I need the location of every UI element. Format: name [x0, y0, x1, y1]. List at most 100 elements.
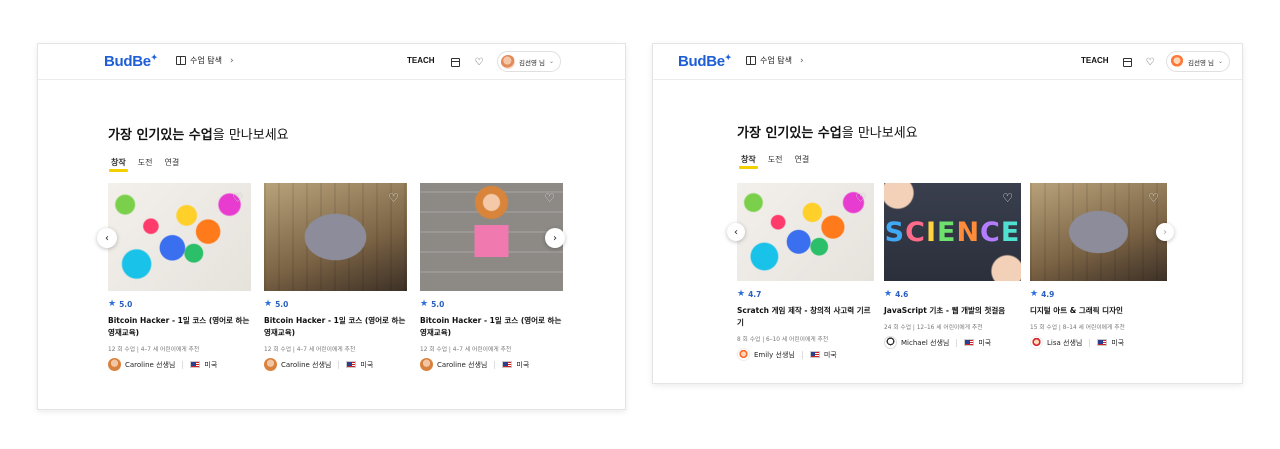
class-thumbnail: ♡	[737, 183, 874, 281]
rating: ★ 4.6	[884, 289, 909, 299]
class-meta: 24 회 수업 | 12–16 세 어린이에게 추천	[884, 325, 983, 331]
rating: ★ 5.0	[108, 299, 133, 309]
class-title[interactable]: 디지털 아트 & 그래픽 디자인	[1030, 305, 1167, 317]
teach-link[interactable]: TEACH	[407, 56, 435, 65]
class-card[interactable]: ♡ ★ 4.9 디지털 아트 & 그래픽 디자인 15 회 수업 | 8–14 세…	[1030, 183, 1167, 349]
chevron-left-icon: ‹	[734, 226, 738, 238]
tab-challenge[interactable]: 도전	[768, 154, 783, 168]
teach-link[interactable]: TEACH	[1081, 56, 1109, 65]
tab-connect[interactable]: 연결	[794, 154, 809, 168]
chevron-left-icon: ‹	[105, 232, 109, 244]
wishlist-button[interactable]: ♡	[471, 54, 487, 70]
category-tabs: 창작 도전 연결	[109, 157, 179, 172]
budbe-logo[interactable]: BudBe✦	[104, 53, 158, 70]
country-label: 미국	[823, 350, 837, 359]
calendar-icon	[450, 57, 460, 67]
teacher-info: Caroline 선생님 미국	[108, 358, 251, 371]
teacher-avatar	[264, 358, 277, 371]
class-meta: 8 회 수업 | 6–10 세 어린이에게 추천	[737, 337, 829, 343]
class-card[interactable]: SCIENCE ♡ ★ 4.6 JavaScript 기초 - 웹 개발의 첫걸음…	[884, 183, 1021, 349]
class-thumbnail: ♡	[1030, 183, 1167, 281]
heart-icon[interactable]: ♡	[1002, 191, 1013, 205]
class-meta: 12 회 수업 | 4–7 세 어린이에게 추천	[108, 347, 200, 353]
book-icon	[176, 56, 186, 65]
section-heading: 가장 인기있는 수업을 만나보세요	[108, 128, 289, 143]
heart-icon[interactable]: ♡	[1148, 191, 1159, 205]
science-word-art: SCIENCE	[884, 216, 1021, 248]
class-card[interactable]: ♡ ★ 4.7 Scratch 게임 제작 - 창의적 사고력 기르기 8 회 수…	[737, 183, 874, 361]
teacher-info: Caroline 선생님 미국	[420, 358, 563, 371]
class-title[interactable]: JavaScript 기초 - 웹 개발의 첫걸음	[884, 305, 1021, 317]
heart-icon[interactable]: ♡	[388, 191, 399, 205]
tab-connect[interactable]: 연결	[164, 157, 179, 171]
explore-classes-link[interactable]: 수업 탐색 ›	[176, 55, 234, 66]
teacher-name: Caroline 선생님	[281, 360, 332, 369]
tab-create[interactable]: 창작	[109, 157, 128, 172]
chevron-updown-icon: ⌄	[1218, 58, 1224, 65]
us-flag-icon	[964, 339, 975, 346]
tab-challenge[interactable]: 도전	[138, 157, 153, 171]
browser-panel-right: BudBe✦ 수업 탐색 › TEACH ♡ 김선영 님 ⌄ 가장 인기있는 수…	[652, 43, 1243, 384]
carousel-next-button[interactable]: ›	[1156, 223, 1174, 241]
star-icon: ★	[420, 299, 429, 309]
teacher-name: Emily 선생님	[754, 350, 795, 359]
teacher-avatar	[884, 336, 897, 349]
class-title[interactable]: Scratch 게임 제작 - 창의적 사고력 기르기	[737, 305, 874, 329]
budbe-logo[interactable]: BudBe✦	[678, 53, 732, 70]
carousel-prev-button[interactable]: ‹	[97, 228, 117, 248]
heart-icon: ♡	[1145, 56, 1155, 68]
avatar	[501, 54, 515, 69]
class-thumbnail: ♡	[264, 183, 407, 291]
wishlist-button[interactable]: ♡	[1142, 54, 1158, 70]
carousel-next-button[interactable]: ›	[545, 228, 565, 248]
star-icon: ★	[1030, 289, 1039, 299]
star-icon: ★	[884, 289, 893, 299]
teacher-name: Caroline 선생님	[125, 360, 176, 369]
calendar-button[interactable]	[1119, 54, 1135, 70]
top-nav: BudBe✦ 수업 탐색 › TEACH ♡ 김선영 님 ⌄	[653, 44, 1242, 80]
teacher-avatar	[420, 358, 433, 371]
class-title[interactable]: Bitcoin Hacker - 1일 코스 (영어로 하는 영재교육)	[264, 315, 407, 339]
heart-icon[interactable]: ♡	[544, 191, 555, 205]
us-flag-icon	[346, 361, 357, 368]
explore-classes-link[interactable]: 수업 탐색 ›	[746, 55, 804, 66]
rating: ★ 5.0	[420, 299, 445, 309]
teacher-info: Caroline 선생님 미국	[264, 358, 407, 371]
calendar-button[interactable]	[447, 54, 463, 70]
teacher-avatar	[108, 358, 121, 371]
avatar	[1170, 54, 1184, 69]
teacher-info: Michael 선생님 미국	[884, 336, 1021, 349]
user-menu[interactable]: 김선영 님 ⌄	[497, 51, 562, 72]
heart-icon[interactable]: ♡	[855, 191, 866, 205]
us-flag-icon	[190, 361, 201, 368]
explore-label: 수업 탐색	[760, 56, 792, 65]
class-thumbnail: ♡	[420, 183, 563, 291]
book-icon	[746, 56, 756, 65]
country-label: 미국	[204, 360, 218, 369]
star-icon: ★	[264, 299, 273, 309]
tab-create[interactable]: 창작	[739, 154, 758, 169]
user-menu[interactable]: 김선영 님 ⌄	[1166, 51, 1231, 72]
teacher-info: Emily 선생님 미국	[737, 348, 874, 361]
rating: ★ 4.7	[737, 289, 762, 299]
chevron-updown-icon: ⌄	[549, 58, 555, 65]
teacher-avatar	[737, 348, 750, 361]
class-card[interactable]: ♡ ★ 5.0 Bitcoin Hacker - 1일 코스 (영어로 하는 영재…	[420, 183, 563, 371]
class-meta: 12 회 수업 | 4–7 세 어린이에게 추천	[420, 347, 512, 353]
carousel-prev-button[interactable]: ‹	[727, 223, 745, 241]
class-title[interactable]: Bitcoin Hacker - 1일 코스 (영어로 하는 영재교육)	[108, 315, 251, 339]
explore-label: 수업 탐색	[190, 56, 222, 65]
teacher-avatar	[1030, 336, 1043, 349]
class-card[interactable]: ♡ ★ 5.0 Bitcoin Hacker - 1일 코스 (영어로 하는 영재…	[264, 183, 407, 371]
heart-icon[interactable]: ♡	[232, 191, 243, 205]
class-meta: 15 회 수업 | 8–14 세 어린이에게 추천	[1030, 325, 1125, 331]
user-name: 김선영 님	[519, 58, 545, 67]
class-card[interactable]: ♡ ★ 5.0 Bitcoin Hacker - 1일 코스 (영어로 하는 영재…	[108, 183, 251, 371]
chevron-right-icon: ›	[799, 55, 804, 66]
class-title[interactable]: Bitcoin Hacker - 1일 코스 (영어로 하는 영재교육)	[420, 315, 563, 339]
category-tabs: 창작 도전 연결	[739, 154, 809, 169]
divider	[801, 350, 803, 359]
chevron-right-icon: ›	[229, 55, 234, 66]
country-label: 미국	[1111, 338, 1125, 347]
browser-panel-left: BudBe✦ 수업 탐색 › TEACH ♡ 김선영 님 ⌄ 가장 인기있는 수…	[37, 43, 626, 410]
